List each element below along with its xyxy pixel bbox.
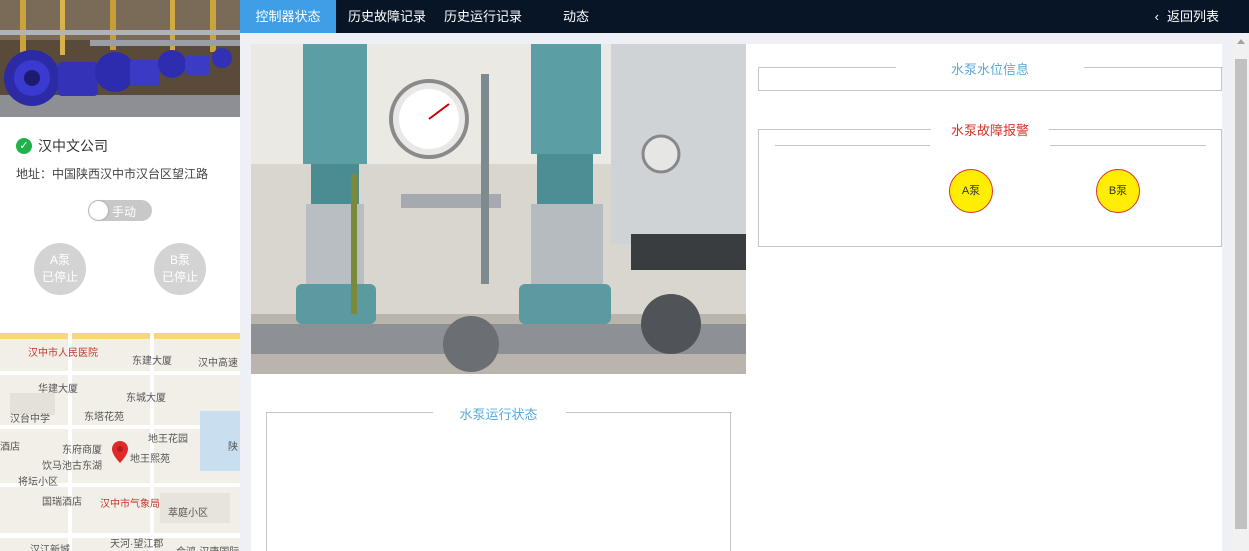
sidebar: ✓ 汉中文公司 地址：中国陕西汉中市汉台区望江路 手动 A泵 已停止 B泵 已停…: [0, 0, 240, 551]
map-label-huajian: 华建大厦: [38, 384, 78, 395]
water-level-title: 水泵水位信息: [759, 59, 1221, 78]
fault-alarm-panel: 水泵故障报警 A泵 B泵: [758, 123, 1222, 247]
pump-b-name: B泵: [169, 253, 190, 267]
tab-controller-status[interactable]: 控制器状态: [240, 0, 336, 33]
pump-b-status: B泵 已停止: [154, 243, 206, 295]
water-level-panel: 水泵水位信息: [758, 62, 1223, 91]
toggle-knob: [89, 201, 108, 220]
map-label-hospital: 汉中市人民医院: [28, 348, 98, 359]
back-label: 返回列表: [1166, 9, 1219, 24]
tab-fault-history[interactable]: 历史故障记录: [344, 0, 430, 33]
company-address: 地址：中国陕西汉中市汉台区望江路: [16, 167, 209, 181]
pump-room-photo: [0, 0, 240, 117]
alarm-pump-a[interactable]: A泵: [949, 169, 993, 213]
map-label-diwang-xiyuan: 地王熙苑: [130, 454, 170, 465]
map-label-jiangtan: 将坛小区: [18, 477, 58, 488]
pump-a-name: A泵: [49, 253, 70, 267]
top-nav: 控制器状态 历史故障记录 历史运行记录 动态 ‹ 返回列表: [240, 0, 1249, 33]
tab-run-history[interactable]: 历史运行记录: [440, 0, 526, 33]
map-label-hanjiang: 汉江新城: [30, 545, 70, 551]
map-pin-icon[interactable]: [112, 441, 128, 463]
map-label-weather: 汉中市气象局: [100, 499, 160, 510]
run-status-panel: 水泵运行状态: [266, 407, 732, 551]
map-label-hotel-edge: 酒店: [0, 442, 20, 453]
map-label-dongfu: 东府商厦: [62, 445, 102, 456]
map-label-tianhe: 天河·望江郡: [110, 539, 164, 550]
map-label-dongcheng: 东城大厦: [126, 393, 166, 404]
tab-dynamic[interactable]: 动态: [554, 0, 598, 33]
alarm-line-left: [775, 145, 930, 146]
map-label-yinmachi: 饮马池古东湖: [42, 461, 102, 472]
chevron-left-icon: ‹: [1154, 9, 1159, 24]
map-label-highway: 汉中高速: [198, 358, 238, 369]
pump-a-state: 已停止: [41, 270, 78, 284]
alarm-pump-b[interactable]: B泵: [1096, 169, 1140, 213]
run-status-title: 水泵运行状态: [267, 404, 730, 423]
map-label-hehong: 合鸿·汉唐国际: [176, 543, 239, 551]
vertical-scrollbar[interactable]: [1233, 33, 1249, 551]
map-label-diwang-garden: 地王花园: [148, 434, 188, 445]
toggle-label: 手动: [112, 205, 137, 219]
company-name: 汉中文公司: [38, 138, 108, 154]
scroll-up-arrow-icon[interactable]: [1237, 39, 1245, 44]
map-label-shaan-edge: 陕: [228, 442, 238, 453]
alarm-line-right: [1050, 145, 1206, 146]
company-name-row: ✓ 汉中文公司: [16, 136, 108, 156]
map-label-school: 汉台中学: [10, 414, 50, 425]
pump-equipment-photo: [251, 44, 746, 374]
online-check-icon: ✓: [16, 138, 32, 154]
fault-alarm-title: 水泵故障报警: [759, 120, 1221, 139]
map-label-dongta: 东塔花苑: [84, 412, 124, 423]
manual-mode-toggle[interactable]: 手动: [88, 200, 152, 221]
map-label-dongjian: 东建大厦: [132, 356, 172, 367]
map-label-cuiting: 萃庭小区: [168, 508, 208, 519]
map-label-guorui: 国瑞酒店: [42, 497, 82, 508]
back-to-list-button[interactable]: ‹ 返回列表: [1155, 0, 1219, 33]
pump-a-status: A泵 已停止: [34, 243, 86, 295]
pump-b-state: 已停止: [161, 270, 198, 284]
scrollbar-thumb[interactable]: [1235, 59, 1247, 529]
location-map[interactable]: 汉中市人民医院 东建大厦 汉中高速 华建大厦 东城大厦 汉台中学 东塔花苑 地王…: [0, 333, 240, 551]
